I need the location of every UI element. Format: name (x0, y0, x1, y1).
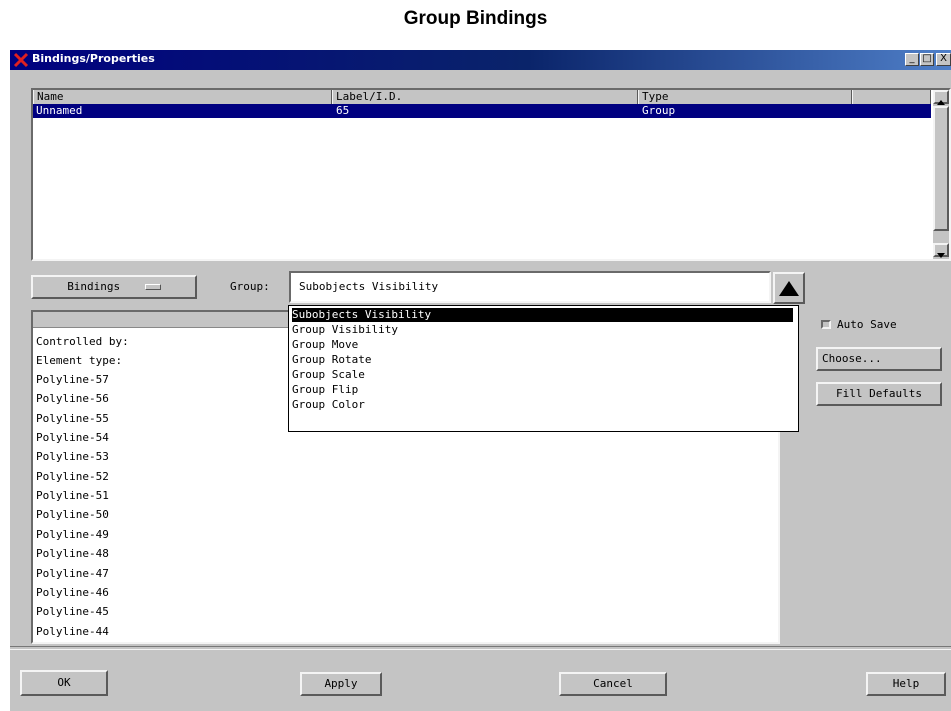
window-title: Bindings/Properties (32, 52, 155, 65)
group-label: Group: (230, 280, 270, 293)
footer-separator (10, 646, 951, 650)
list-item[interactable]: Polyline-45 (36, 605, 109, 619)
group-combo-value: Subobjects Visibility (299, 280, 439, 293)
list-item[interactable]: Polyline-47 (36, 567, 109, 581)
list-item[interactable]: Polyline-53 (36, 450, 109, 464)
triangle-up-icon (779, 281, 799, 296)
list-item[interactable]: Polyline-52 (36, 470, 109, 484)
close-button[interactable]: X (936, 53, 951, 66)
fill-defaults-button[interactable]: Fill Defaults (816, 382, 942, 406)
objects-scrollbar[interactable] (933, 90, 949, 259)
group-option[interactable]: Group Color (292, 398, 365, 412)
column-header-name[interactable]: Name (33, 90, 332, 104)
group-option[interactable]: Group Rotate (292, 353, 371, 367)
list-item[interactable]: Controlled by: (36, 335, 129, 349)
app-x-icon (13, 52, 29, 68)
apply-button[interactable]: Apply (300, 672, 382, 696)
objects-table[interactable]: Name Label/I.D. Type Unnamed 65 Group (31, 88, 951, 261)
list-item[interactable]: Polyline-44 (36, 625, 109, 639)
column-header-type[interactable]: Type (638, 90, 852, 104)
scroll-up-arrow-icon[interactable] (933, 90, 949, 105)
group-options-popup[interactable]: Subobjects Visibility Group Visibility G… (288, 305, 799, 432)
scroll-thumb[interactable] (933, 106, 949, 231)
list-item[interactable]: Polyline-51 (36, 489, 109, 503)
bindings-menu-button[interactable]: Bindings (31, 275, 197, 299)
cell-name: Unnamed (36, 104, 83, 117)
maximize-button[interactable]: □ (920, 53, 934, 66)
auto-save-label: Auto Save (837, 318, 897, 331)
list-item[interactable]: Polyline-56 (36, 392, 109, 406)
scroll-down-arrow-icon[interactable] (933, 243, 949, 258)
minimize-button[interactable]: _ (905, 53, 919, 66)
bindings-menu-label: Bindings (67, 280, 121, 293)
figure-caption: Group Bindings (403, 8, 548, 29)
group-option[interactable]: Subobjects Visibility (292, 308, 793, 322)
table-row[interactable]: Unnamed 65 Group (33, 104, 931, 118)
auto-save-checkbox[interactable] (821, 320, 831, 329)
cancel-button[interactable]: Cancel (559, 672, 667, 696)
list-item[interactable]: Polyline-55 (36, 412, 109, 426)
window-titlebar[interactable]: Bindings/Properties _ □ X (10, 50, 951, 70)
list-item[interactable]: Polyline-50 (36, 508, 109, 522)
column-header-blank (852, 90, 931, 104)
list-item[interactable]: Polyline-48 (36, 547, 109, 561)
list-item[interactable]: Polyline-57 (36, 373, 109, 387)
option-menu-indicator-icon (144, 284, 161, 290)
group-combo-toggle[interactable] (773, 272, 805, 304)
group-option[interactable]: Group Flip (292, 383, 358, 397)
group-option[interactable]: Group Move (292, 338, 358, 352)
choose-button[interactable]: Choose... (816, 347, 942, 371)
bindings-window: Bindings/Properties _ □ X Name Label/I.D… (10, 50, 951, 711)
cell-type: Group (642, 104, 676, 117)
group-option[interactable]: Group Visibility (292, 323, 398, 337)
group-combo-field[interactable]: Subobjects Visibility (289, 271, 771, 303)
column-header-label[interactable]: Label/I.D. (332, 90, 638, 104)
list-item[interactable]: Polyline-54 (36, 431, 109, 445)
list-item[interactable]: Polyline-49 (36, 528, 109, 542)
group-option[interactable]: Group Scale (292, 368, 365, 382)
list-item[interactable]: Polyline-46 (36, 586, 109, 600)
help-button[interactable]: Help (866, 672, 946, 696)
ok-button[interactable]: OK (20, 670, 108, 696)
cell-label: 65 (336, 104, 350, 117)
list-item[interactable]: Element type: (36, 354, 122, 368)
